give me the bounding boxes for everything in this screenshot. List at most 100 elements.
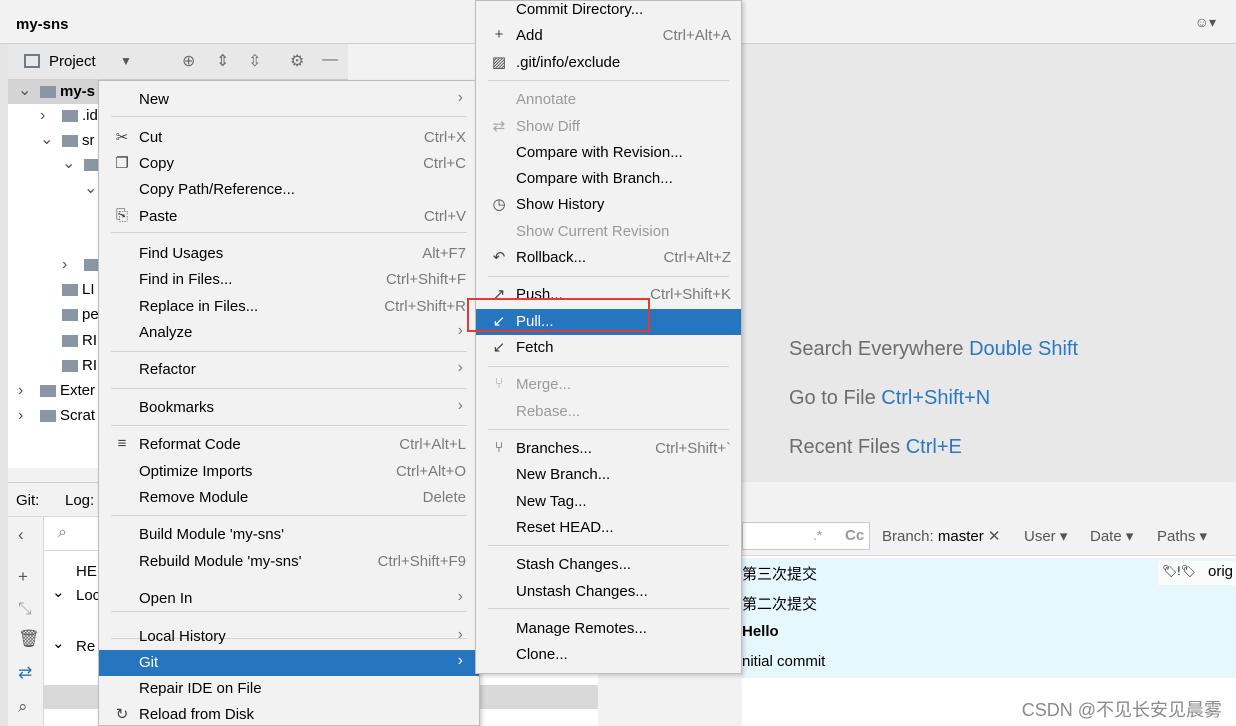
menu-item-label: Analyze bbox=[139, 324, 193, 341]
menu-item-label: Show History bbox=[516, 196, 605, 213]
branch-search[interactable]: ⌕ bbox=[44, 517, 104, 551]
paths-filter-label: Paths bbox=[1157, 528, 1196, 545]
menu-item-reformat-code[interactable]: ≡ Reformat Code Ctrl+Alt+L bbox=[99, 432, 479, 458]
tree-row[interactable]: RI bbox=[8, 329, 98, 353]
menu-item-paste[interactable]: ⎘ Paste Ctrl+V bbox=[99, 204, 479, 230]
menu-item-new-tag[interactable]: New Tag... bbox=[476, 489, 741, 515]
menu-item-clone[interactable]: Clone... bbox=[476, 642, 741, 668]
tree-row[interactable]: ⌄ my-s bbox=[8, 80, 98, 104]
chevron-down-icon[interactable]: ⌄ bbox=[52, 634, 65, 652]
menu-item-new[interactable]: New › bbox=[99, 87, 479, 113]
menu-item-bookmarks[interactable]: Bookmarks › bbox=[99, 395, 479, 421]
left-tool-strip bbox=[0, 44, 8, 726]
minimize-icon[interactable]: — bbox=[322, 51, 338, 69]
menu-item-find-in-files[interactable]: Find in Files... Ctrl+Shift+F bbox=[99, 267, 479, 293]
tree-row[interactable]: ⌄ sr bbox=[8, 129, 98, 153]
chevron-right-icon[interactable]: › bbox=[40, 107, 45, 125]
user-filter[interactable]: User ▾ bbox=[1024, 527, 1067, 545]
commit-row[interactable]: 第三次提交 🏷!🏷 orig bbox=[742, 558, 1236, 588]
tree-row[interactable]: LI bbox=[8, 278, 98, 302]
menu-item-remove-module[interactable]: Remove Module Delete bbox=[99, 485, 479, 511]
menu-item-replace-in-files[interactable]: Replace in Files... Ctrl+Shift+R bbox=[99, 294, 479, 320]
menu-item-shortcut: Ctrl+Alt+O bbox=[395, 463, 466, 480]
add-icon[interactable]: + bbox=[18, 567, 28, 587]
tree-row[interactable]: › .id bbox=[8, 104, 98, 128]
menu-item-fetch[interactable]: ↙ Fetch bbox=[476, 335, 741, 361]
chevron-down-icon[interactable]: ⌄ bbox=[52, 583, 65, 601]
chevron-right-icon[interactable]: › bbox=[62, 256, 67, 274]
menu-item-optimize-imports[interactable]: Optimize Imports Ctrl+Alt+O bbox=[99, 459, 479, 485]
search-icon[interactable]: ⌕ bbox=[18, 697, 28, 717]
menu-item-manage-remotes[interactable]: Manage Remotes... bbox=[476, 616, 741, 642]
menu-item-git[interactable]: Git › bbox=[99, 650, 479, 676]
tab-log[interactable]: Log: bbox=[65, 492, 94, 509]
chevron-right-icon: › bbox=[457, 626, 463, 643]
user-menu-icon[interactable]: ☺▾ bbox=[1195, 14, 1216, 31]
menu-item-analyze[interactable]: Analyze › bbox=[99, 320, 479, 346]
paths-filter[interactable]: Paths ▾ bbox=[1157, 527, 1207, 545]
menu-item-copy-path-reference[interactable]: Copy Path/Reference... bbox=[99, 177, 479, 203]
back-icon[interactable]: ‹ bbox=[18, 525, 24, 545]
menu-item-reset-head[interactable]: Reset HEAD... bbox=[476, 515, 741, 541]
tab-git[interactable]: Git: bbox=[16, 492, 39, 509]
menu-item-find-usages[interactable]: Find Usages Alt+F7 bbox=[99, 241, 479, 267]
chevron-down-icon[interactable]: ▼ bbox=[120, 54, 132, 68]
chevron-right-icon[interactable]: › bbox=[18, 382, 23, 400]
menu-item-build-module-my-sns[interactable]: Build Module 'my-sns' bbox=[99, 522, 479, 548]
menu-item-branches[interactable]: ⑂ Branches... Ctrl+Shift+` bbox=[476, 436, 741, 462]
update-icon[interactable]: ⇄ bbox=[18, 663, 32, 683]
tree-row[interactable]: › bbox=[8, 253, 100, 277]
commit-row[interactable]: Hello bbox=[742, 618, 1236, 648]
menu-item-open-in[interactable]: Open In › bbox=[99, 586, 479, 612]
delete-icon[interactable]: 🗑 bbox=[18, 629, 40, 649]
menu-item-compare-with-branch[interactable]: Compare with Branch... bbox=[476, 166, 741, 192]
log-text-filter[interactable]: .* Cc bbox=[742, 522, 870, 550]
regex-icon[interactable]: .* bbox=[813, 527, 822, 543]
menu-item-rollback[interactable]: ↶ Rollback... Ctrl+Alt+Z bbox=[476, 245, 741, 271]
menu-item-refactor[interactable]: Refactor › bbox=[99, 357, 479, 383]
menu-item-git-info-exclude[interactable]: ▨ .git/info/exclude bbox=[476, 50, 741, 76]
date-filter[interactable]: Date ▾ bbox=[1090, 527, 1133, 545]
collapse-icon[interactable]: ⤡ bbox=[18, 599, 32, 619]
menu-item-label: Rebuild Module 'my-sns' bbox=[139, 553, 302, 570]
tree-row[interactable]: RI bbox=[8, 354, 98, 378]
menu-item-show-current-revision: Show Current Revision bbox=[476, 219, 741, 245]
menu-item-stash-changes[interactable]: Stash Changes... bbox=[476, 552, 741, 578]
ref-tags: 🏷!🏷 orig bbox=[1158, 561, 1236, 585]
commit-row[interactable]: nitial commit bbox=[742, 648, 1236, 678]
close-icon[interactable]: ✕ bbox=[988, 528, 1001, 545]
expand-all-icon[interactable]: ⇕ bbox=[216, 51, 229, 71]
menu-separator bbox=[488, 276, 729, 277]
branch-filter[interactable]: Branch: master ✕ bbox=[882, 527, 1000, 545]
menu-item-add[interactable]: + Add Ctrl+Alt+A bbox=[476, 23, 741, 49]
menu-item-commit-directory[interactable]: Commit Directory... bbox=[476, 0, 741, 23]
collapse-all-icon[interactable]: ⇳ bbox=[248, 51, 261, 71]
locate-icon[interactable]: ⊕ bbox=[182, 51, 195, 71]
commit-row[interactable]: 第二次提交 bbox=[742, 588, 1236, 618]
chevron-down-icon[interactable]: ⌄ bbox=[62, 153, 75, 173]
match-case-icon[interactable]: Cc bbox=[845, 527, 864, 544]
menu-item-local-history[interactable]: Local History › bbox=[99, 624, 479, 650]
project-view-title[interactable]: Project bbox=[49, 53, 96, 70]
menu-item-cut[interactable]: ✂ Cut Ctrl+X bbox=[99, 125, 479, 151]
chevron-down-icon[interactable]: ⌄ bbox=[84, 178, 97, 198]
tree-row[interactable]: pe bbox=[8, 303, 98, 327]
tree-row[interactable]: › Exter bbox=[8, 379, 98, 403]
settings-icon[interactable]: ⚙ bbox=[290, 51, 304, 71]
chevron-down-icon[interactable]: ⌄ bbox=[18, 80, 31, 100]
menu-item-reload-from-disk[interactable]: ↻ Reload from Disk bbox=[99, 702, 479, 726]
chevron-right-icon[interactable]: › bbox=[18, 407, 23, 425]
menu-item-label: Find in Files... bbox=[139, 271, 233, 288]
ref-label: orig bbox=[1208, 563, 1234, 580]
menu-item-repair-ide-on-file[interactable]: Repair IDE on File bbox=[99, 676, 479, 702]
tree-row[interactable]: ⌄ bbox=[8, 178, 122, 202]
menu-item-unstash-changes[interactable]: Unstash Changes... bbox=[476, 579, 741, 605]
chevron-down-icon[interactable]: ⌄ bbox=[40, 129, 53, 149]
tree-row[interactable]: ⌄ bbox=[8, 153, 100, 177]
menu-item-compare-with-revision[interactable]: Compare with Revision... bbox=[476, 140, 741, 166]
menu-item-new-branch[interactable]: New Branch... bbox=[476, 462, 741, 488]
menu-item-show-history[interactable]: ◷ Show History bbox=[476, 192, 741, 218]
menu-item-copy[interactable]: ❐ Copy Ctrl+C bbox=[99, 151, 479, 177]
menu-item-rebuild-module-my-sns[interactable]: Rebuild Module 'my-sns' Ctrl+Shift+F9 bbox=[99, 549, 479, 575]
tree-row[interactable]: › Scrat bbox=[8, 404, 98, 428]
